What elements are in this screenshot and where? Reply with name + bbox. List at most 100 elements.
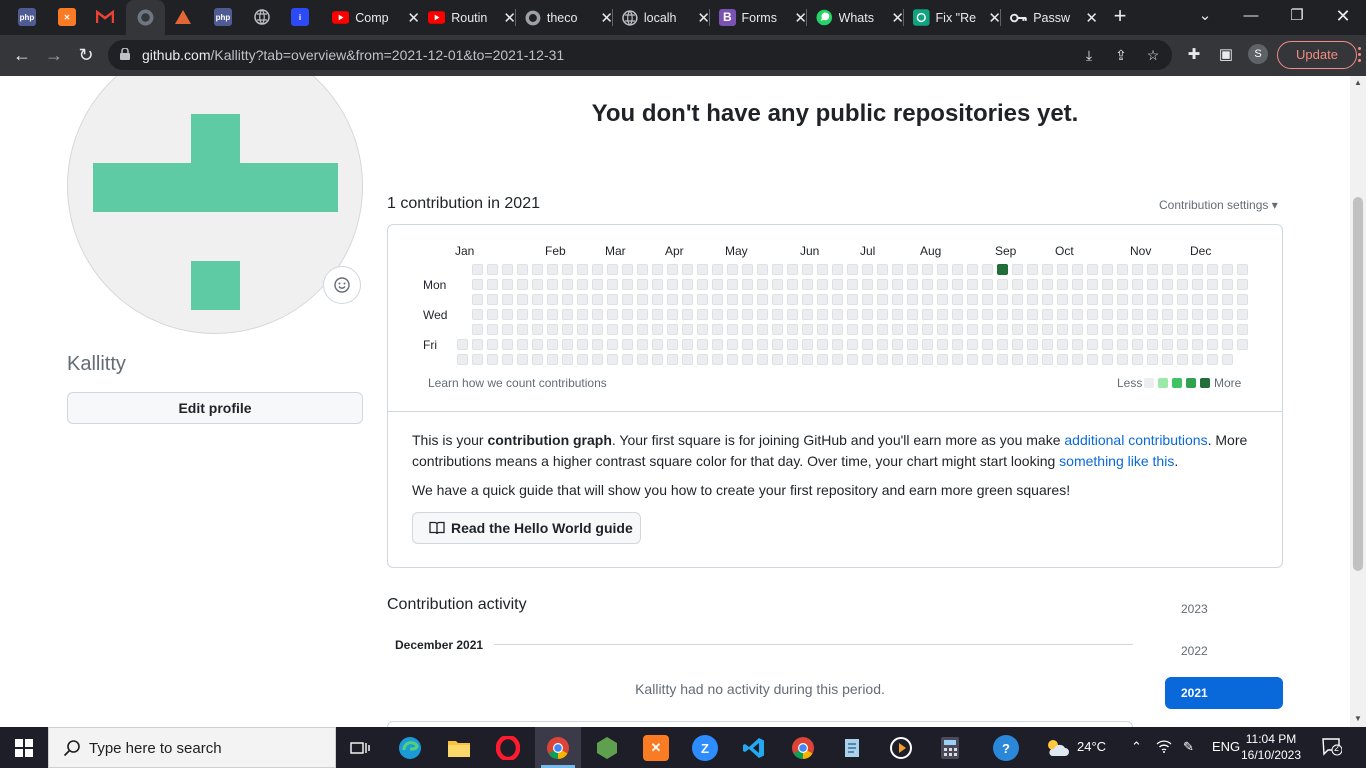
contribution-day-cell[interactable] [817, 354, 828, 365]
contribution-day-cell[interactable] [637, 354, 648, 365]
contribution-day-cell[interactable] [982, 264, 993, 275]
contribution-day-cell[interactable] [952, 309, 963, 320]
tab-bootstrap-forms[interactable]: B Forms ✕ [709, 0, 807, 35]
contribution-day-cell[interactable] [532, 354, 543, 365]
contribution-day-cell[interactable] [832, 339, 843, 350]
pinned-tab-matlab-icon[interactable] [174, 8, 192, 26]
year-link-2023[interactable]: 2023 [1165, 593, 1283, 625]
contribution-day-cell[interactable] [622, 354, 633, 365]
contribution-day-cell[interactable] [982, 279, 993, 290]
contribution-day-cell[interactable] [1087, 279, 1098, 290]
contribution-day-cell[interactable] [697, 324, 708, 335]
contribution-day-cell[interactable] [1102, 354, 1113, 365]
contribution-day-cell[interactable] [937, 354, 948, 365]
contribution-day-cell[interactable] [1072, 279, 1083, 290]
contribution-settings-dropdown[interactable]: Contribution settings ▾ [1159, 198, 1278, 212]
contribution-day-cell[interactable] [1027, 354, 1038, 365]
pinned-tab-globe-icon[interactable] [253, 8, 271, 26]
contribution-day-cell[interactable] [982, 309, 993, 320]
contribution-day-cell[interactable] [1072, 339, 1083, 350]
contribution-day-cell[interactable] [1072, 309, 1083, 320]
contribution-day-cell[interactable] [1102, 309, 1113, 320]
contribution-day-cell[interactable] [787, 339, 798, 350]
contribution-day-cell[interactable] [727, 354, 738, 365]
contribution-day-cell[interactable] [577, 339, 588, 350]
contribution-day-cell[interactable] [862, 354, 873, 365]
contribution-day-cell[interactable] [1207, 279, 1218, 290]
contribution-day-cell[interactable] [502, 324, 513, 335]
contribution-day-cell[interactable] [547, 354, 558, 365]
contribution-day-cell[interactable] [712, 264, 723, 275]
minimize-button[interactable]: — [1236, 4, 1266, 28]
contribution-day-cell[interactable] [1132, 354, 1143, 365]
contribution-day-cell[interactable] [1222, 294, 1233, 305]
contribution-day-cell[interactable] [1102, 324, 1113, 335]
contribution-day-cell[interactable] [472, 294, 483, 305]
contribution-day-cell[interactable] [622, 324, 633, 335]
contribution-day-cell[interactable] [1237, 324, 1248, 335]
contribution-day-cell[interactable] [862, 279, 873, 290]
contribution-day-cell[interactable] [712, 324, 723, 335]
contribution-day-cell[interactable] [577, 294, 588, 305]
contribution-day-cell[interactable] [652, 264, 663, 275]
bookmark-star-icon[interactable]: ☆ [1144, 46, 1162, 64]
profile-avatar[interactable]: S [1248, 44, 1268, 64]
contribution-day-cell[interactable] [652, 354, 663, 365]
contribution-day-cell[interactable] [1207, 354, 1218, 365]
contribution-day-cell[interactable] [637, 279, 648, 290]
tab-youtube-1[interactable]: Comp ✕ [322, 0, 420, 35]
contribution-day-cell[interactable] [967, 294, 978, 305]
contribution-day-cell[interactable] [622, 339, 633, 350]
extensions-puzzle-icon[interactable]: ✚ [1184, 45, 1204, 65]
taskbar-search-box[interactable]: Type here to search [48, 727, 336, 768]
opera-icon[interactable] [495, 735, 521, 761]
contribution-day-cell[interactable] [847, 309, 858, 320]
contribution-day-cell[interactable] [1027, 279, 1038, 290]
contribution-day-cell[interactable] [1222, 339, 1233, 350]
set-status-button[interactable] [323, 266, 361, 304]
contribution-day-cell[interactable] [922, 339, 933, 350]
page-scrollbar[interactable]: ▲ ▼ [1350, 76, 1366, 727]
contribution-day-cell[interactable] [577, 354, 588, 365]
contribution-day-cell[interactable] [637, 294, 648, 305]
contribution-day-cell[interactable] [817, 324, 828, 335]
show-hidden-icons-chevron-icon[interactable]: ⌃ [1131, 739, 1142, 755]
contribution-day-cell[interactable] [727, 324, 738, 335]
contribution-day-cell[interactable] [862, 324, 873, 335]
contribution-day-cell[interactable] [562, 264, 573, 275]
contribution-day-cell[interactable] [937, 264, 948, 275]
contribution-day-cell[interactable] [592, 264, 603, 275]
contribution-day-cell[interactable] [712, 309, 723, 320]
contribution-day-cell[interactable] [967, 354, 978, 365]
contribution-day-cell[interactable] [532, 309, 543, 320]
contribution-day-cell[interactable] [667, 309, 678, 320]
contribution-day-cell[interactable] [877, 294, 888, 305]
contribution-day-cell[interactable] [532, 264, 543, 275]
contribution-day-cell[interactable] [517, 264, 528, 275]
contribution-day-cell[interactable] [757, 294, 768, 305]
contribution-day-cell[interactable] [757, 264, 768, 275]
contribution-day-cell[interactable] [457, 339, 468, 350]
contribution-day-cell[interactable] [1132, 264, 1143, 275]
contribution-day-cell[interactable] [742, 339, 753, 350]
side-panel-icon[interactable]: ▣ [1216, 45, 1236, 65]
contribution-day-cell[interactable] [1162, 324, 1173, 335]
contribution-day-cell[interactable] [727, 339, 738, 350]
contribution-day-cell[interactable] [502, 309, 513, 320]
contribution-day-cell[interactable] [1042, 279, 1053, 290]
contribution-day-cell[interactable] [637, 324, 648, 335]
contribution-day-cell[interactable] [1117, 339, 1128, 350]
menu-kebab-icon[interactable] [1358, 47, 1362, 63]
contribution-day-cell[interactable] [472, 339, 483, 350]
contribution-day-cell[interactable] [697, 354, 708, 365]
contribution-day-cell[interactable] [952, 294, 963, 305]
contribution-day-cell[interactable] [877, 264, 888, 275]
contribution-day-cell[interactable] [907, 339, 918, 350]
contribution-day-cell[interactable] [1117, 354, 1128, 365]
contribution-day-cell[interactable] [892, 324, 903, 335]
system-clock[interactable]: 11:04 PM 16/10/2023 [1236, 731, 1306, 763]
contribution-day-cell[interactable] [472, 354, 483, 365]
contribution-day-cell[interactable] [1102, 279, 1113, 290]
tab-search-chevron-icon[interactable]: ⌄ [1190, 4, 1220, 28]
contribution-day-cell[interactable] [562, 294, 573, 305]
